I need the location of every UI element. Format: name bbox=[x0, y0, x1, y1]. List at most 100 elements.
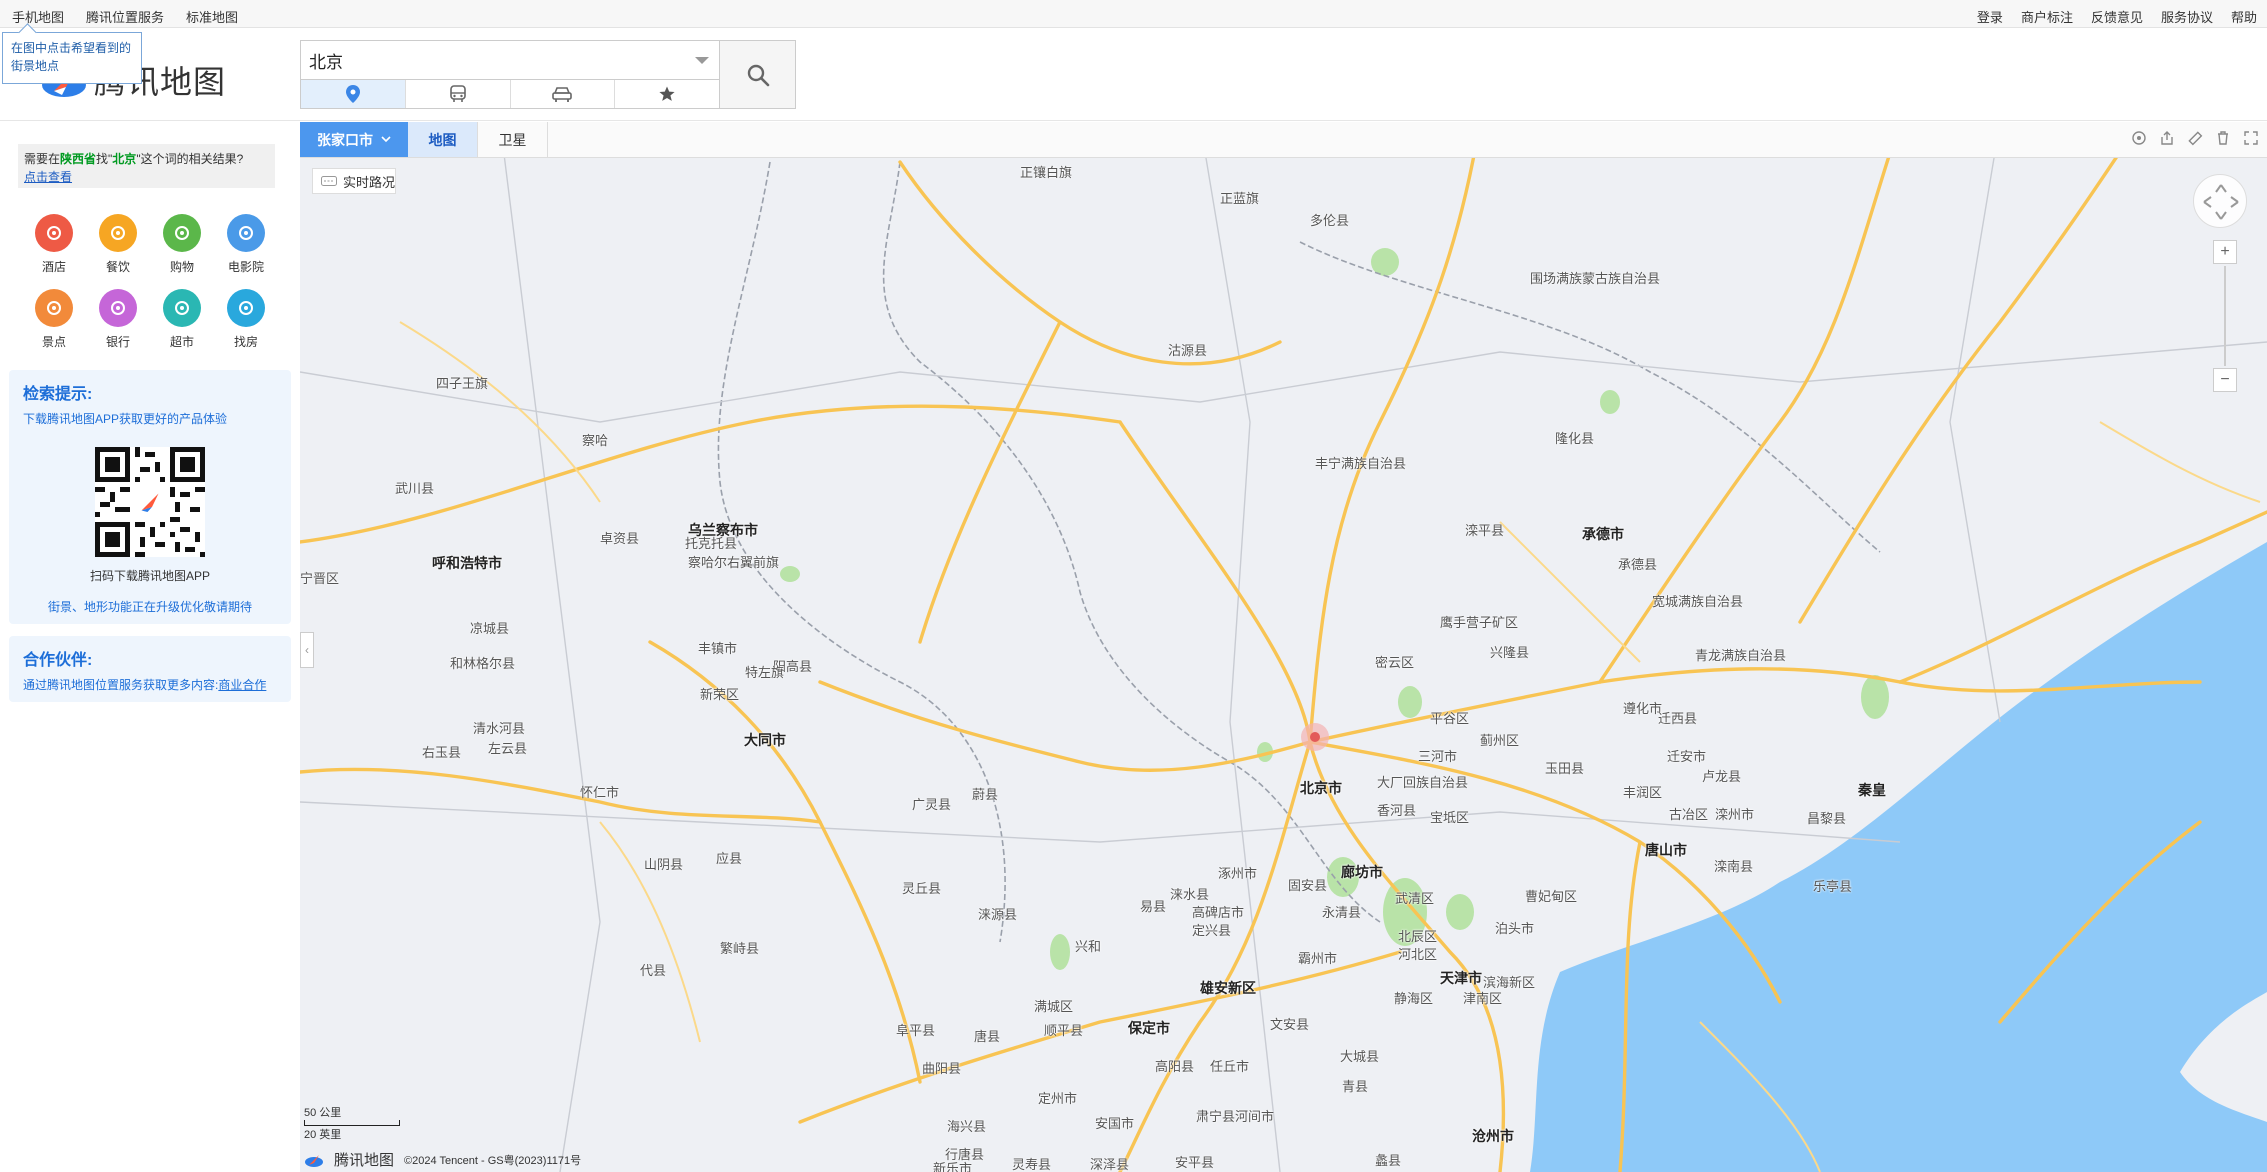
mode-drive-tab[interactable] bbox=[511, 80, 616, 108]
map-place-label[interactable]: 高阳县 bbox=[1155, 1056, 1194, 1075]
category-item[interactable]: 景点 bbox=[22, 289, 86, 350]
notice-view-link[interactable]: 点击查看 bbox=[24, 170, 72, 184]
ruler-icon[interactable] bbox=[2187, 130, 2203, 146]
map-place-label[interactable]: 繁峙县 bbox=[720, 938, 759, 957]
nav-login[interactable]: 登录 bbox=[1977, 7, 2003, 26]
map-place-label[interactable]: 鹰手营子矿区 bbox=[1440, 612, 1518, 631]
category-item[interactable]: 酒店 bbox=[22, 214, 86, 275]
map-place-label[interactable]: 察哈 bbox=[582, 430, 608, 449]
fullscreen-icon[interactable] bbox=[2243, 130, 2259, 146]
nav-location-service[interactable]: 腾讯位置服务 bbox=[86, 7, 164, 26]
map-place-label[interactable]: 应县 bbox=[716, 848, 742, 867]
category-item[interactable]: 找房 bbox=[214, 289, 278, 350]
map-place-label[interactable]: 保定市 bbox=[1128, 1018, 1170, 1038]
map-place-label[interactable]: 迁西县 bbox=[1658, 708, 1697, 727]
map-place-label[interactable]: 滦南县 bbox=[1714, 856, 1753, 875]
map-place-label[interactable]: 滦州市 bbox=[1715, 804, 1754, 823]
map-place-label[interactable]: 多伦县 bbox=[1310, 210, 1349, 229]
map-place-label[interactable]: 丰宁满族自治县 bbox=[1315, 453, 1406, 472]
nav-feedback[interactable]: 反馈意见 bbox=[2091, 7, 2143, 26]
map-place-label[interactable]: 特左旗 bbox=[745, 662, 784, 681]
category-item[interactable]: 购物 bbox=[150, 214, 214, 275]
map-place-label[interactable]: 玉田县 bbox=[1545, 758, 1584, 777]
map-place-label[interactable]: 香河县 bbox=[1377, 800, 1416, 819]
map-place-label[interactable]: 新乐市 bbox=[933, 1158, 972, 1172]
map-place-label[interactable]: 灵寿县 bbox=[1012, 1154, 1051, 1172]
map-place-label[interactable]: 广灵县 bbox=[912, 794, 951, 813]
map-place-label[interactable]: 高碑店市 bbox=[1192, 902, 1244, 921]
nav-mobile-map[interactable]: 手机地图 bbox=[12, 7, 64, 26]
map-place-label[interactable]: 唐山市 bbox=[1645, 840, 1687, 860]
map-place-label[interactable]: 安平县 bbox=[1175, 1152, 1214, 1171]
map-place-label[interactable]: 兴隆县 bbox=[1490, 642, 1529, 661]
map-place-label[interactable]: 承德市 bbox=[1582, 524, 1624, 544]
map-place-label[interactable]: 察哈尔右翼前旗 bbox=[688, 552, 779, 571]
map-place-label[interactable]: 三河市 bbox=[1418, 746, 1457, 765]
city-selector[interactable]: 张家口市 bbox=[300, 122, 408, 157]
mode-place-tab[interactable] bbox=[301, 80, 406, 108]
map-place-label[interactable]: 卢龙县 bbox=[1702, 766, 1741, 785]
map-place-label[interactable]: 丰镇市 bbox=[698, 638, 737, 657]
category-item[interactable]: 超市 bbox=[150, 289, 214, 350]
map-place-label[interactable]: 围场满族蒙古族自治县 bbox=[1530, 268, 1660, 287]
map-place-label[interactable]: 河北区 bbox=[1398, 944, 1437, 963]
map-place-label[interactable]: 津南区 bbox=[1463, 988, 1502, 1007]
map-place-label[interactable]: 易县 bbox=[1140, 896, 1166, 915]
map-place-label[interactable]: 古冶区 bbox=[1669, 804, 1708, 823]
map-place-label[interactable]: 河间市 bbox=[1235, 1106, 1274, 1125]
map-place-label[interactable]: 武川县 bbox=[395, 478, 434, 497]
map-place-label[interactable]: 代县 bbox=[640, 960, 666, 979]
map-place-label[interactable]: 清水河县 bbox=[473, 718, 525, 737]
map-place-label[interactable]: 沧州市 bbox=[1472, 1126, 1514, 1146]
trash-icon[interactable] bbox=[2215, 130, 2231, 146]
map-compass[interactable] bbox=[2193, 174, 2247, 228]
tab-map[interactable]: 地图 bbox=[408, 122, 478, 157]
map-place-label[interactable]: 沽源县 bbox=[1168, 340, 1207, 359]
map-place-label[interactable]: 文安县 bbox=[1270, 1014, 1309, 1033]
map-place-label[interactable]: 宁晋区 bbox=[300, 568, 339, 587]
map-place-label[interactable]: 曹妃甸区 bbox=[1525, 886, 1577, 905]
map-place-label[interactable]: 永清县 bbox=[1322, 902, 1361, 921]
map-place-label[interactable]: 雄安新区 bbox=[1200, 978, 1256, 998]
map-place-label[interactable]: 乐亭县 bbox=[1813, 876, 1852, 895]
map-place-label[interactable]: 深泽县 bbox=[1090, 1154, 1129, 1172]
map-place-label[interactable]: 四子王旗 bbox=[436, 373, 488, 392]
map-place-label[interactable]: 廊坊市 bbox=[1341, 862, 1383, 882]
search-input[interactable] bbox=[301, 41, 681, 79]
map-place-label[interactable]: 隆化县 bbox=[1555, 428, 1594, 447]
map-place-label[interactable]: 新荣区 bbox=[700, 684, 739, 703]
streetview-icon[interactable] bbox=[2131, 130, 2147, 146]
map-place-label[interactable]: 呼和浩特市 bbox=[432, 553, 502, 573]
map-place-label[interactable]: 海兴县 bbox=[947, 1116, 986, 1135]
traffic-toggle[interactable]: 实时路况 bbox=[312, 168, 396, 194]
map-place-label[interactable]: 涿州市 bbox=[1218, 863, 1257, 882]
mode-favorite-tab[interactable] bbox=[615, 80, 719, 108]
zoom-out-button[interactable]: − bbox=[2213, 368, 2237, 392]
map-place-label[interactable]: 青县 bbox=[1342, 1076, 1368, 1095]
map-place-label[interactable]: 北京市 bbox=[1300, 778, 1342, 798]
map-place-label[interactable]: 蓟州区 bbox=[1480, 730, 1519, 749]
share-icon[interactable] bbox=[2159, 130, 2175, 146]
map-place-label[interactable]: 霸州市 bbox=[1298, 948, 1337, 967]
map-place-label[interactable]: 灵丘县 bbox=[902, 878, 941, 897]
map-place-label[interactable]: 阜平县 bbox=[896, 1020, 935, 1039]
map-place-label[interactable]: 固安县 bbox=[1288, 875, 1327, 894]
sidebar-collapse-button[interactable]: ‹ bbox=[300, 632, 314, 668]
map-place-label[interactable]: 滦平县 bbox=[1465, 520, 1504, 539]
category-item[interactable]: 餐饮 bbox=[86, 214, 150, 275]
map-place-label[interactable]: 蔚县 bbox=[972, 784, 998, 803]
nav-help[interactable]: 帮助 bbox=[2231, 7, 2257, 26]
map-place-label[interactable]: 正蓝旗 bbox=[1220, 188, 1259, 207]
map-place-label[interactable]: 正镶白旗 bbox=[1020, 162, 1072, 181]
zoom-in-button[interactable]: + bbox=[2213, 240, 2237, 264]
nav-service-agreement[interactable]: 服务协议 bbox=[2161, 7, 2213, 26]
map-place-label[interactable]: 肃宁县 bbox=[1196, 1106, 1235, 1125]
zoom-slider[interactable] bbox=[2224, 266, 2226, 366]
map-place-label[interactable]: 右玉县 bbox=[422, 742, 461, 761]
map-place-label[interactable]: 大同市 bbox=[744, 730, 786, 750]
map-place-label[interactable]: 曲阳县 bbox=[922, 1058, 961, 1077]
map-place-label[interactable]: 遵化市 bbox=[1623, 698, 1662, 717]
map-place-label[interactable]: 怀仁市 bbox=[580, 782, 619, 801]
tab-satellite[interactable]: 卫星 bbox=[478, 122, 548, 157]
map-place-label[interactable]: 兴和 bbox=[1075, 936, 1101, 955]
